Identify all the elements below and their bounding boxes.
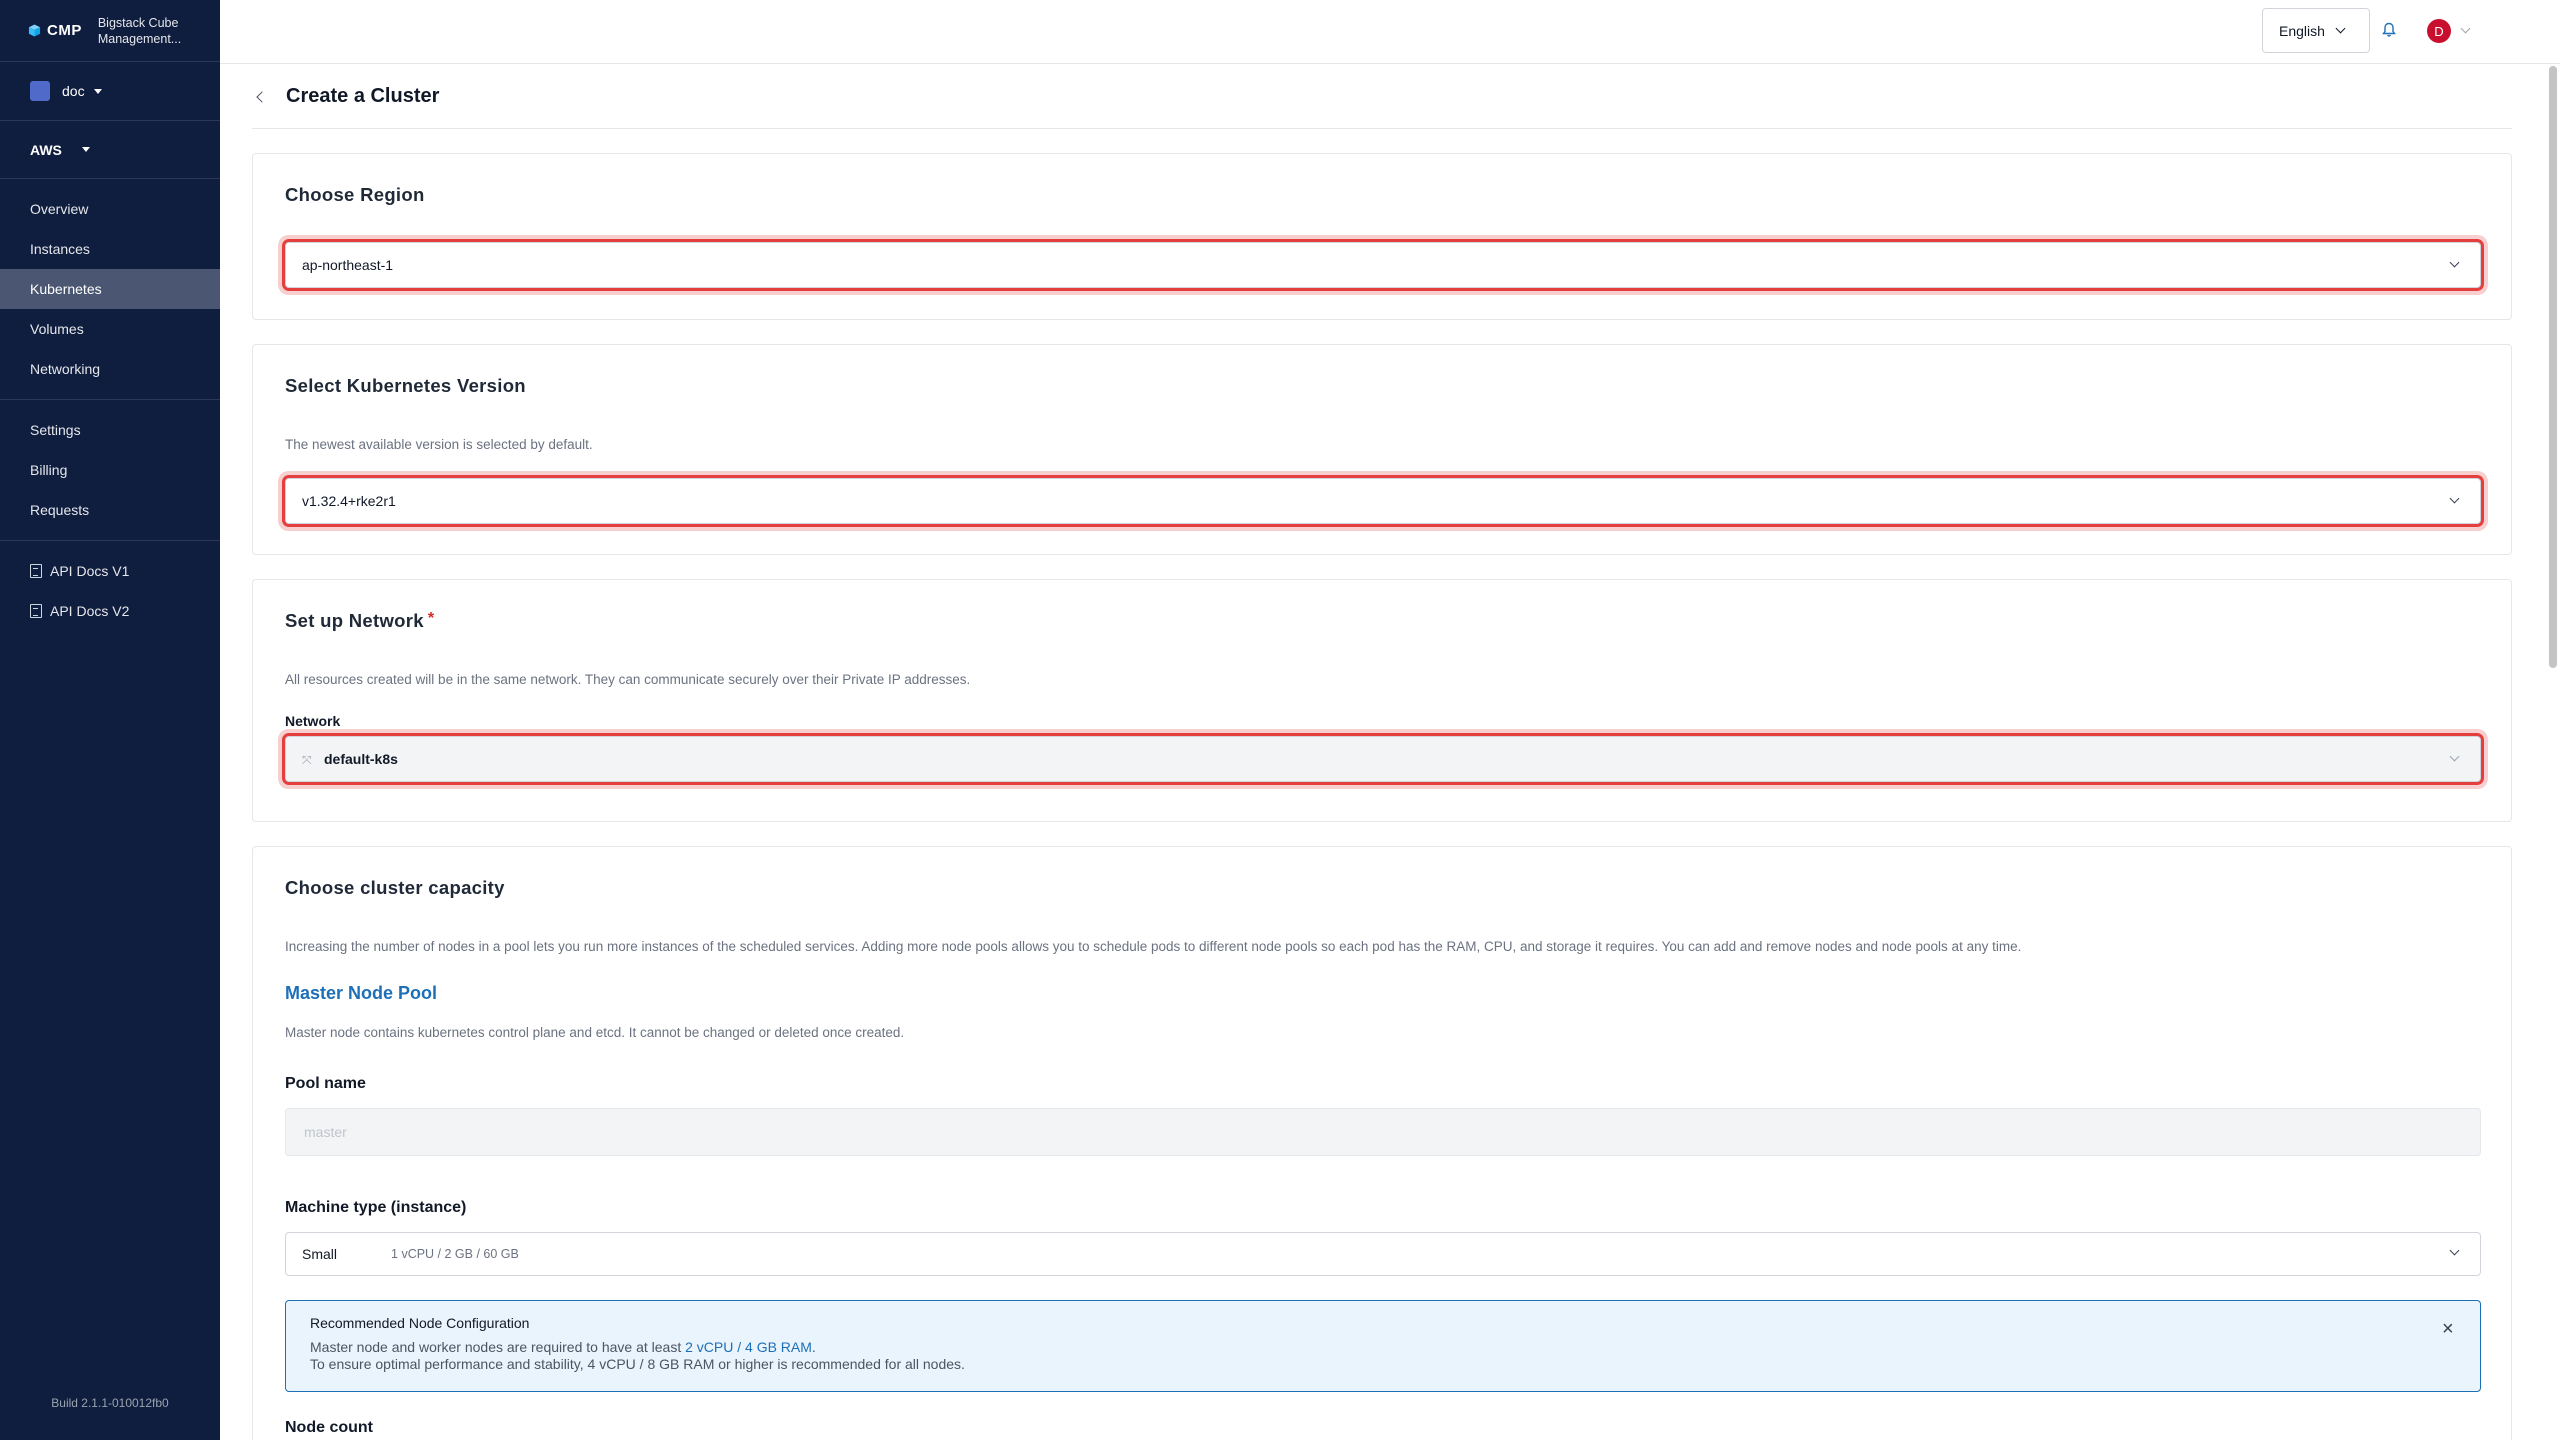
sidebar-item-requests[interactable]: Requests — [0, 490, 220, 530]
sidebar-item-label: API Docs V1 — [50, 563, 130, 579]
sidebar-item-label: API Docs V2 — [50, 603, 130, 619]
network-title: Set up Network * — [285, 610, 434, 632]
k8s-version-title: Select Kubernetes Version — [285, 375, 526, 396]
caret-down-icon — [81, 147, 90, 152]
sidebar-item-instances[interactable]: Instances — [0, 229, 220, 269]
sidebar-nav-account: Settings Billing Requests — [0, 400, 220, 541]
topbar: English D — [220, 0, 2560, 64]
language-selector[interactable]: English — [2262, 8, 2370, 53]
main-content: Create a Cluster Choose Region ap-northe… — [220, 65, 2542, 1440]
chevron-down-icon — [2449, 257, 2460, 268]
provider-name: AWS — [30, 141, 62, 158]
k8s-version-value: v1.32.4+rke2r1 — [302, 493, 396, 509]
k8s-version-card: Select Kubernetes Version The newest ava… — [252, 344, 2512, 555]
project-selector[interactable]: doc — [0, 62, 220, 121]
sidebar-item-settings[interactable]: Settings — [0, 410, 220, 450]
network-helper: All resources created will be in the sam… — [285, 672, 971, 687]
master-pool-title[interactable]: Master Node Pool — [285, 983, 437, 1004]
sidebar-item-volumes[interactable]: Volumes — [0, 309, 220, 349]
brand[interactable]: CMP Bigstack Cube Management... — [0, 0, 220, 62]
machine-type-spec: 1 vCPU / 2 GB / 60 GB — [391, 1247, 519, 1261]
cube-icon — [28, 24, 41, 37]
back-arrow-icon[interactable] — [256, 90, 268, 103]
sidebar-item-overview[interactable]: Overview — [0, 189, 220, 229]
capacity-helper: Increasing the number of nodes in a pool… — [285, 939, 2022, 954]
sidebar-item-networking[interactable]: Networking — [0, 349, 220, 389]
region-value: ap-northeast-1 — [302, 257, 394, 273]
sidebar-nav-main: Overview Instances Kubernetes Volumes Ne… — [0, 179, 220, 400]
document-icon — [30, 604, 42, 618]
document-icon — [30, 564, 42, 578]
build-version: Build 2.1.1-010012fb0 — [51, 1396, 169, 1410]
recommended-config-notice: Recommended Node Configuration Master no… — [285, 1300, 2481, 1392]
pool-name-input[interactable]: master — [285, 1108, 2481, 1156]
scrollbar-thumb[interactable] — [2549, 66, 2557, 668]
sidebar-item-kubernetes[interactable]: Kubernetes — [0, 269, 220, 309]
brand-logo-text: CMP — [47, 22, 82, 39]
master-pool-helper: Master node contains kubernetes control … — [285, 1025, 905, 1040]
project-name: doc — [62, 83, 85, 99]
notice-line-1-suffix: . — [811, 1339, 816, 1355]
k8s-version-helper: The newest available version is selected… — [285, 437, 593, 452]
machine-type-select[interactable]: Small 1 vCPU / 2 GB / 60 GB — [285, 1232, 2481, 1276]
network-select[interactable]: ⤧ default-k8s — [285, 736, 2481, 782]
notice-line-1-prefix: Master node and worker nodes are require… — [310, 1339, 686, 1355]
sidebar-nav-docs: API Docs V1 API Docs V2 — [0, 541, 220, 631]
pool-name-label: Pool name — [285, 1075, 366, 1092]
chevron-down-icon — [2335, 23, 2346, 34]
network-label: Network — [285, 713, 341, 729]
brand-subtitle: Bigstack Cube Management... — [98, 15, 181, 47]
machine-type-label: Machine type (instance) — [285, 1199, 467, 1216]
network-icon: ⤧ — [302, 753, 312, 767]
network-card: Set up Network * All resources created wi… — [252, 579, 2512, 822]
node-count-label: Node count — [285, 1419, 373, 1436]
close-icon[interactable]: × — [2442, 1319, 2456, 1339]
brand-subtitle-line2: Management... — [97, 31, 182, 46]
sidebar-item-billing[interactable]: Billing — [0, 450, 220, 490]
network-title-text: Set up Network — [285, 610, 424, 631]
chevron-down-icon — [2449, 1245, 2460, 1256]
capacity-card: Choose cluster capacity Increasing the n… — [252, 846, 2512, 1440]
brand-logo: CMP — [28, 22, 82, 39]
notice-line-1: Master node and worker nodes are require… — [310, 1339, 2456, 1356]
notice-line-1-highlight: 2 vCPU / 4 GB RAM — [685, 1339, 812, 1355]
sidebar-item-api-docs-v1[interactable]: API Docs V1 — [0, 551, 220, 591]
region-title: Choose Region — [285, 184, 425, 205]
brand-subtitle-line1: Bigstack Cube — [97, 15, 179, 30]
project-avatar — [30, 81, 50, 101]
caret-down-icon — [93, 88, 102, 94]
region-select[interactable]: ap-northeast-1 — [285, 242, 2481, 288]
chevron-down-icon — [2449, 751, 2460, 762]
page-header: Create a Cluster — [252, 65, 2512, 129]
user-avatar[interactable]: D — [2427, 19, 2451, 43]
capacity-title: Choose cluster capacity — [285, 877, 505, 898]
language-label: English — [2279, 22, 2325, 39]
provider-selector[interactable]: AWS — [0, 121, 220, 179]
network-value: default-k8s — [324, 751, 398, 767]
page-title: Create a Cluster — [286, 85, 440, 107]
sidebar: CMP Bigstack Cube Management... doc AWS … — [0, 0, 220, 1440]
chevron-down-icon[interactable] — [2460, 23, 2471, 34]
required-asterisk: * — [427, 610, 435, 627]
region-card: Choose Region ap-northeast-1 — [252, 153, 2512, 320]
pool-name-placeholder: master — [304, 1124, 347, 1140]
chevron-down-icon — [2449, 493, 2460, 504]
notice-line-2: To ensure optimal performance and stabil… — [310, 1356, 965, 1372]
machine-type-value: Small — [302, 1246, 338, 1262]
bell-icon[interactable] — [2382, 22, 2396, 38]
k8s-version-select[interactable]: v1.32.4+rke2r1 — [285, 478, 2481, 524]
sidebar-item-api-docs-v2[interactable]: API Docs V2 — [0, 591, 220, 631]
notice-title: Recommended Node Configuration — [310, 1315, 530, 1331]
